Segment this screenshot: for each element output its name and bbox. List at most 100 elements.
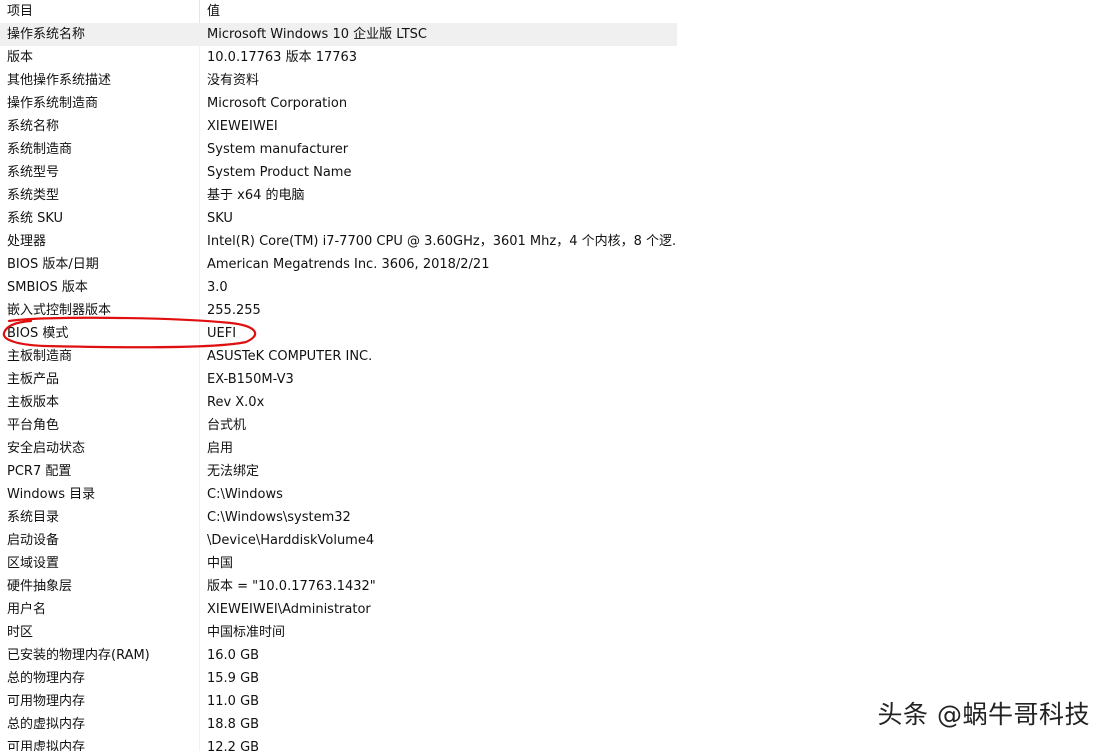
table-row[interactable]: 安全启动状态 启用 <box>0 437 677 460</box>
table-row[interactable]: Windows 目录 C:\Windows <box>0 483 677 506</box>
item-cell: 系统制造商 <box>0 138 200 161</box>
table-row[interactable]: 可用物理内存 11.0 GB <box>0 690 677 713</box>
value-cell: Microsoft Windows 10 企业版 LTSC <box>207 27 427 42</box>
value-cell: EX-B150M-V3 <box>207 372 294 387</box>
value-cell: UEFI <box>207 326 237 341</box>
table-header: 项目 值 <box>0 0 677 23</box>
value-cell: System manufacturer <box>207 142 349 157</box>
system-information-page: 项目 值 操作系统名称 Microsoft Windows 10 企业版 LTSC… <box>0 0 1114 751</box>
item-cell: BIOS 模式 <box>0 322 200 345</box>
item-cell: 版本 <box>0 46 200 69</box>
item-cell: 启动设备 <box>0 529 200 552</box>
item-cell: 主板产品 <box>0 368 200 391</box>
table-row[interactable]: PCR7 配置 无法绑定 <box>0 460 677 483</box>
table-row[interactable]: 硬件抽象层 版本 = "10.0.17763.1432" <box>0 575 677 598</box>
table-row[interactable]: 平台角色 台式机 <box>0 414 677 437</box>
item-cell: 系统目录 <box>0 506 200 529</box>
item-cell: 系统型号 <box>0 161 200 184</box>
item-cell: 其他操作系统描述 <box>0 69 200 92</box>
table-row[interactable]: 系统 SKU SKU <box>0 207 677 230</box>
value-cell: American Megatrends Inc. 3606, 2018/2/21 <box>207 257 490 272</box>
item-cell: 可用虚拟内存 <box>0 736 200 751</box>
item-cell: SMBIOS 版本 <box>0 276 200 299</box>
value-cell: XIEWEIWEI\Administrator <box>207 602 371 617</box>
table-row[interactable]: 已安装的物理内存(RAM) 16.0 GB <box>0 644 677 667</box>
item-cell: 可用物理内存 <box>0 690 200 713</box>
table-body: 操作系统名称 Microsoft Windows 10 企业版 LTSC 版本 10.… <box>0 23 677 751</box>
value-cell: 3.0 <box>207 280 228 295</box>
system-summary-table: 项目 值 操作系统名称 Microsoft Windows 10 企业版 LTSC… <box>0 0 677 751</box>
table-row[interactable]: 版本 10.0.17763 版本 17763 <box>0 46 677 69</box>
table-row[interactable]: 系统制造商 System manufacturer <box>0 138 677 161</box>
value-cell: C:\Windows <box>207 487 283 502</box>
table-row[interactable]: 主板制造商 ASUSTeK COMPUTER INC. <box>0 345 677 368</box>
table-row[interactable]: BIOS 模式 UEFI <box>0 322 677 345</box>
value-cell: 18.8 GB <box>207 717 260 732</box>
item-cell: 操作系统名称 <box>0 23 200 46</box>
item-cell: 硬件抽象层 <box>0 575 200 598</box>
value-cell: \Device\HarddiskVolume4 <box>207 533 375 548</box>
table-row[interactable]: 可用虚拟内存 12.2 GB <box>0 736 677 751</box>
value-cell: Rev X.0x <box>207 395 265 410</box>
value-cell: 255.255 <box>207 303 261 318</box>
item-cell: 用户名 <box>0 598 200 621</box>
item-cell: Windows 目录 <box>0 483 200 506</box>
item-cell: BIOS 版本/日期 <box>0 253 200 276</box>
item-cell: 总的物理内存 <box>0 667 200 690</box>
item-cell: 操作系统制造商 <box>0 92 200 115</box>
value-cell: 中国标准时间 <box>207 625 286 640</box>
table-row[interactable]: 操作系统名称 Microsoft Windows 10 企业版 LTSC <box>0 23 677 46</box>
item-cell: 系统 SKU <box>0 207 200 230</box>
value-cell: XIEWEIWEI <box>207 119 278 134</box>
value-cell: ASUSTeK COMPUTER INC. <box>207 349 373 364</box>
source-watermark: 头条 @蜗牛哥科技 <box>877 700 1090 729</box>
table-row[interactable]: 启动设备 \Device\HarddiskVolume4 <box>0 529 677 552</box>
value-cell: 台式机 <box>207 418 247 433</box>
item-cell: 总的虚拟内存 <box>0 713 200 736</box>
table-row[interactable]: 处理器 Intel(R) Core(TM) i7-7700 CPU @ 3.60G… <box>0 230 677 253</box>
table-row[interactable]: 主板版本 Rev X.0x <box>0 391 677 414</box>
table-row[interactable]: 时区 中国标准时间 <box>0 621 677 644</box>
table-row[interactable]: 总的虚拟内存 18.8 GB <box>0 713 677 736</box>
table-row[interactable]: 系统目录 C:\Windows\system32 <box>0 506 677 529</box>
item-cell: 平台角色 <box>0 414 200 437</box>
table-row[interactable]: 系统类型 基于 x64 的电脑 <box>0 184 677 207</box>
value-cell: 基于 x64 的电脑 <box>207 188 305 203</box>
value-cell: Intel(R) Core(TM) i7-7700 CPU @ 3.60GHz，… <box>207 234 677 249</box>
column-header-item[interactable]: 项目 <box>0 0 200 23</box>
item-cell: PCR7 配置 <box>0 460 200 483</box>
table-row[interactable]: 区域设置 中国 <box>0 552 677 575</box>
item-cell: 处理器 <box>0 230 200 253</box>
table-row[interactable]: 系统型号 System Product Name <box>0 161 677 184</box>
table-row[interactable]: BIOS 版本/日期 American Megatrends Inc. 3606,… <box>0 253 677 276</box>
value-cell: 无法绑定 <box>207 464 260 479</box>
value-cell: 11.0 GB <box>207 694 260 709</box>
table-row[interactable]: 操作系统制造商 Microsoft Corporation <box>0 92 677 115</box>
value-cell: 没有资料 <box>207 73 260 88</box>
table-row[interactable]: SMBIOS 版本 3.0 <box>0 276 677 299</box>
column-header-value[interactable]: 值 <box>200 0 677 23</box>
table-row[interactable]: 嵌入式控制器版本 255.255 <box>0 299 677 322</box>
item-cell: 系统名称 <box>0 115 200 138</box>
value-cell: 15.9 GB <box>207 671 260 686</box>
item-cell: 主板版本 <box>0 391 200 414</box>
value-cell: 12.2 GB <box>207 740 260 751</box>
item-cell: 嵌入式控制器版本 <box>0 299 200 322</box>
value-cell: 启用 <box>207 441 234 456</box>
table-row[interactable]: 其他操作系统描述 没有资料 <box>0 69 677 92</box>
item-cell: 系统类型 <box>0 184 200 207</box>
value-cell: SKU <box>207 211 233 226</box>
table-row[interactable]: 系统名称 XIEWEIWEI <box>0 115 677 138</box>
table-row[interactable]: 用户名 XIEWEIWEI\Administrator <box>0 598 677 621</box>
item-cell: 安全启动状态 <box>0 437 200 460</box>
value-cell: 16.0 GB <box>207 648 260 663</box>
value-cell: Microsoft Corporation <box>207 96 348 111</box>
table-row[interactable]: 总的物理内存 15.9 GB <box>0 667 677 690</box>
item-cell: 区域设置 <box>0 552 200 575</box>
item-cell: 已安装的物理内存(RAM) <box>0 644 200 667</box>
table-row[interactable]: 主板产品 EX-B150M-V3 <box>0 368 677 391</box>
value-cell: 版本 = "10.0.17763.1432" <box>207 579 376 594</box>
item-cell: 时区 <box>0 621 200 644</box>
item-cell: 主板制造商 <box>0 345 200 368</box>
value-cell: C:\Windows\system32 <box>207 510 351 525</box>
